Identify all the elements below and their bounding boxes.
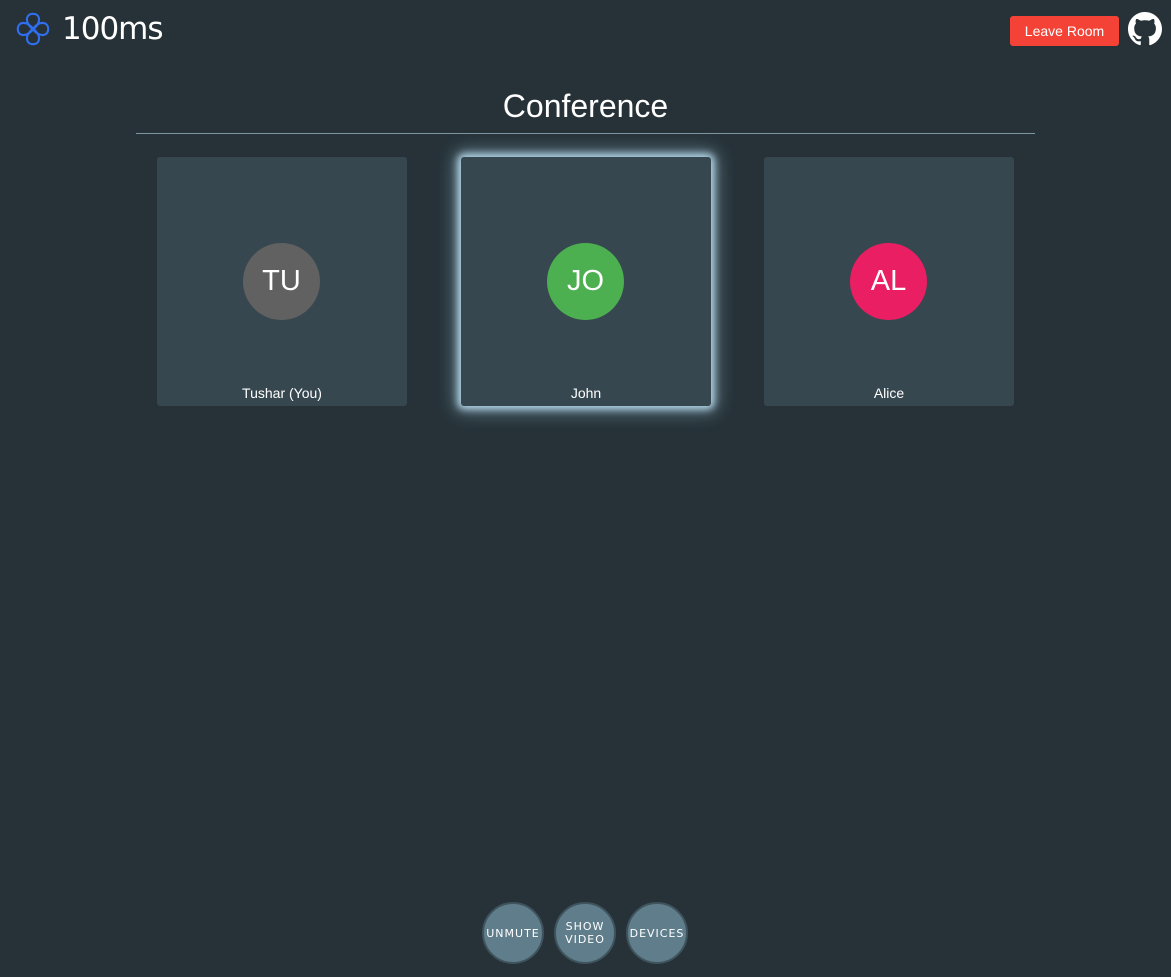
conference-app: 100ms Leave Room Conference TU Tushar (Y… [0,0,1171,977]
peer-name: Tushar (You) [242,385,322,401]
100ms-logo-icon [16,12,50,46]
peer-name: John [570,385,602,401]
brand-name: 100ms [62,11,164,47]
unmute-button[interactable]: UNMUTE [482,902,544,964]
peer-name: Alice [873,385,905,401]
peer-tile-tushar[interactable]: TU Tushar (You) [157,157,407,406]
show-video-button[interactable]: SHOW VIDEO [554,902,616,964]
devices-label: DEVICES [629,926,685,940]
peer-avatar: JO [547,243,624,320]
page-title: Conference [502,88,669,124]
control-bar: UNMUTE SHOW VIDEO DEVICES [482,902,688,964]
header-bar: 100ms Leave Room [0,0,1171,62]
github-link[interactable] [1128,12,1162,46]
show-video-label: SHOW VIDEO [565,920,605,946]
leave-room-button[interactable]: Leave Room [1010,16,1119,46]
peer-avatar: TU [243,243,320,320]
github-icon [1128,12,1162,46]
peer-avatar: AL [850,243,927,320]
peer-tile-john[interactable]: JO John [461,157,711,406]
brand-logo[interactable]: 100ms [14,10,164,48]
devices-button[interactable]: DEVICES [626,902,688,964]
peer-tile-alice[interactable]: AL Alice [764,157,1014,406]
title-divider [136,133,1035,134]
unmute-label: UNMUTE [486,926,540,940]
